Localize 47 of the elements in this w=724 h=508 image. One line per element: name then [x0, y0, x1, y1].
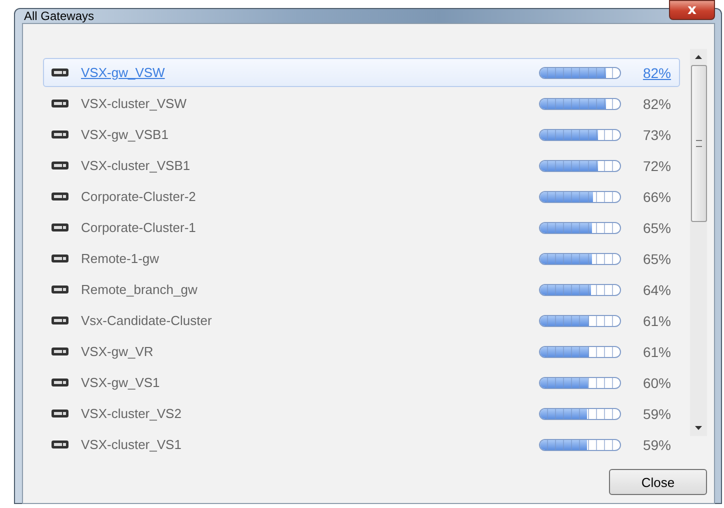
- load-percent: 65%: [642, 220, 671, 236]
- load-percent: 73%: [642, 126, 671, 142]
- gateway-icon: [51, 192, 69, 201]
- scroll-thumb[interactable]: [690, 65, 706, 222]
- scrollbar[interactable]: [690, 49, 707, 436]
- window-title: All Gateways: [23, 9, 94, 23]
- gateway-icon: [51, 161, 69, 170]
- gateway-name: Vsx-Candidate-Cluster: [81, 313, 213, 328]
- gateway-icon: [51, 68, 69, 77]
- gateway-name: VSX-cluster_VSB1: [81, 158, 192, 173]
- load-percent: 61%: [642, 312, 671, 328]
- gateway-name: Corporate-Cluster-2: [81, 189, 197, 204]
- load-percent: 61%: [642, 344, 671, 360]
- load-percent[interactable]: 82%: [625, 64, 671, 80]
- gateway-icon: [51, 347, 69, 356]
- load-percent: 66%: [642, 188, 671, 204]
- load-percent: 59%: [642, 436, 671, 452]
- gateway-name: Remote_branch_gw: [81, 282, 198, 297]
- gateway-name: Corporate-Cluster-1: [81, 220, 197, 235]
- load-percent: 65%: [642, 250, 671, 266]
- load-percent: 59%: [642, 406, 671, 422]
- close-dialog-button[interactable]: Close: [609, 469, 707, 495]
- gateway-icon: [51, 440, 69, 449]
- gateway-name: VSX-cluster_VSW: [81, 96, 188, 111]
- load-percent: 60%: [642, 374, 671, 390]
- gateway-name: VSX-cluster_VS2: [81, 406, 182, 421]
- gateway-icon: [51, 99, 69, 108]
- gateway-icon: [51, 378, 69, 387]
- load-percent: 64%: [642, 282, 671, 298]
- load-percent: 82%: [642, 96, 671, 112]
- scroll-up-icon[interactable]: [695, 55, 702, 59]
- gateway-name: VSX-cluster_VS1: [81, 437, 182, 452]
- gateway-icon: [51, 130, 69, 139]
- gateway-icon: [51, 316, 69, 325]
- gateway-name: Remote-1-gw: [81, 251, 160, 266]
- gateway-icon: [51, 409, 69, 418]
- gateway-name[interactable]: VSX-gw_VSW: [81, 65, 539, 80]
- gateway-icon: [51, 254, 69, 263]
- gateway-icon: [51, 285, 69, 294]
- load-percent: 72%: [642, 158, 671, 174]
- scroll-down-icon[interactable]: [695, 426, 702, 430]
- gateway-name: VSX-gw_VS1: [81, 375, 161, 390]
- selected-row[interactable]: VSX-gw_VSW 82%: [43, 58, 680, 87]
- gateway-name: VSX-gw_VR: [81, 344, 154, 359]
- gateway-icon: [51, 223, 69, 232]
- gateway-name: VSX-gw_VSB1: [81, 127, 170, 142]
- window-x-button[interactable]: x: [669, 0, 715, 20]
